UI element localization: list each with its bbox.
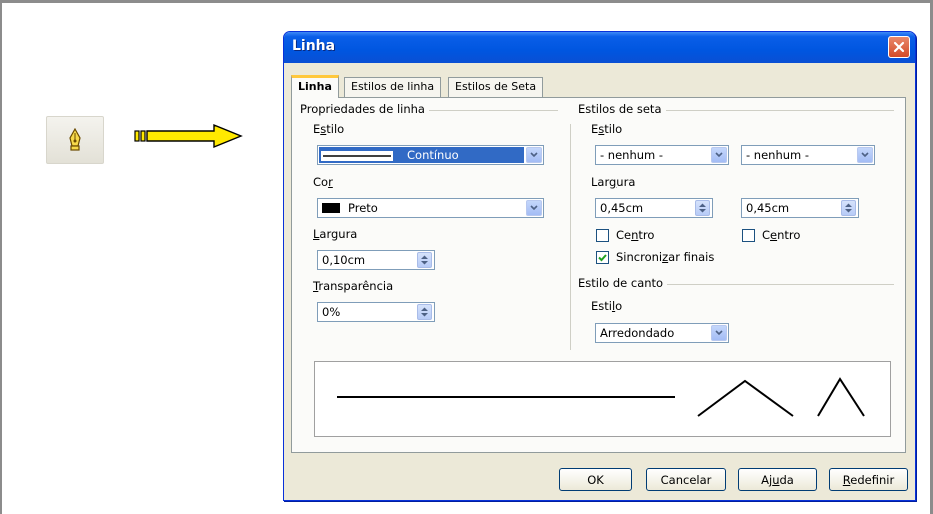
line-style-select[interactable]: Contínuo xyxy=(317,145,544,165)
line-preview-graphic xyxy=(337,377,865,417)
color-value: Preto xyxy=(348,201,378,215)
reset-button-label: Redefinir xyxy=(842,472,895,487)
chevron-down-icon xyxy=(530,152,538,158)
line-style-value: Contínuo xyxy=(407,148,459,162)
color-select[interactable]: Preto xyxy=(317,198,544,218)
help-button-label: Ajuda xyxy=(761,472,794,487)
line-properties-title: Propriedades de linha xyxy=(300,102,429,116)
arrow-style-label: Estilo xyxy=(591,122,623,136)
corner-style-value: Arredondado xyxy=(600,326,675,340)
arrow-start-style-value: - nenhum - xyxy=(600,148,664,162)
arrow-start-width-spin-buttons[interactable] xyxy=(695,200,710,216)
line-style-label: Estilo xyxy=(313,122,345,136)
arrow-start-center-checkbox[interactable] xyxy=(596,229,609,242)
tab-panel: Propriedades de linha Estilo Contínuo Co… xyxy=(291,97,906,453)
frame-left-border xyxy=(0,0,2,514)
corner-style-dropdown[interactable] xyxy=(711,325,727,341)
arrow-end-center-checkbox[interactable] xyxy=(742,229,755,242)
line-width-spin-buttons[interactable] xyxy=(417,252,432,268)
transparency-label: Transparência xyxy=(313,279,394,293)
pen-nib-icon xyxy=(69,128,81,151)
spin-arrows-icon xyxy=(845,203,852,213)
spin-arrows-icon xyxy=(699,203,706,213)
arrow-end-style-select[interactable]: - nenhum - xyxy=(741,145,875,165)
transparency-value: 0% xyxy=(322,305,341,319)
dialog-title: Linha xyxy=(292,38,336,54)
arrow-end-width-value: 0,45cm xyxy=(746,201,790,215)
help-button[interactable]: Ajuda xyxy=(738,468,817,491)
line-preview xyxy=(314,361,891,437)
transparency-spin-buttons[interactable] xyxy=(417,304,432,320)
arrow-end-style-dropdown[interactable] xyxy=(857,147,873,163)
line-width-value: 0,10cm xyxy=(322,253,366,267)
chevron-down-icon xyxy=(715,330,723,336)
chevron-down-icon xyxy=(861,152,869,158)
arrow-start-width-value: 0,45cm xyxy=(600,201,644,215)
frame-top-border xyxy=(0,0,933,3)
arrow-end-width-spin-buttons[interactable] xyxy=(841,200,856,216)
ok-button[interactable]: OK xyxy=(559,468,632,491)
tab-estilos-de-seta[interactable]: Estilos de Seta xyxy=(448,77,544,97)
spin-arrows-icon xyxy=(421,255,428,265)
yellow-arrow-icon xyxy=(134,123,243,149)
line-style-dropdown[interactable] xyxy=(526,147,542,163)
chevron-down-icon xyxy=(715,152,723,158)
sync-ends-checkbox[interactable] xyxy=(596,251,609,264)
sync-ends-label: Sincronizar finais xyxy=(616,250,715,264)
reset-button[interactable]: Redefinir xyxy=(829,468,908,491)
close-button[interactable] xyxy=(888,36,910,58)
arrow-start-style-dropdown[interactable] xyxy=(711,147,727,163)
close-icon xyxy=(893,41,905,53)
corner-style-title: Estilo de canto xyxy=(578,276,668,290)
line-sample-icon xyxy=(321,151,393,161)
line-style-selection: Contínuo xyxy=(319,147,524,163)
arrow-width-label: Largura xyxy=(591,175,636,189)
color-dropdown[interactable] xyxy=(526,200,542,216)
transparency-spinner[interactable]: 0% xyxy=(317,302,435,322)
spin-arrows-icon xyxy=(421,307,428,317)
checkmark-icon xyxy=(598,254,607,262)
tab-estilos-de-linha[interactable]: Estilos de linha xyxy=(344,77,442,97)
arrow-end-style-value: - nenhum - xyxy=(746,148,810,162)
arrow-end-center-label: Centro xyxy=(762,228,801,242)
color-label: Cor xyxy=(313,175,333,189)
dialog-titlebar: Linha xyxy=(284,32,915,63)
cancel-button[interactable]: Cancelar xyxy=(646,468,726,491)
arrow-end-width-spinner[interactable]: 0,45cm xyxy=(741,198,859,218)
chevron-down-icon xyxy=(530,205,538,211)
corner-style-select[interactable]: Arredondado xyxy=(595,323,729,343)
arrow-start-style-select[interactable]: - nenhum - xyxy=(595,145,729,165)
column-divider xyxy=(570,124,571,350)
arrow-styles-title: Estilos de seta xyxy=(578,102,666,116)
line-width-spinner[interactable]: 0,10cm xyxy=(317,250,435,270)
width-label: Largura xyxy=(313,227,358,241)
color-swatch xyxy=(322,203,340,213)
arrow-start-center-label: Centro xyxy=(616,228,655,242)
line-dialog: Linha Linha Estilos de linha Estilos de … xyxy=(283,31,916,501)
line-tool-button[interactable] xyxy=(46,116,104,164)
tab-linha[interactable]: Linha xyxy=(291,75,339,98)
arrow-start-width-spinner[interactable]: 0,45cm xyxy=(595,198,713,218)
corner-style-label: Estilo xyxy=(591,299,623,313)
